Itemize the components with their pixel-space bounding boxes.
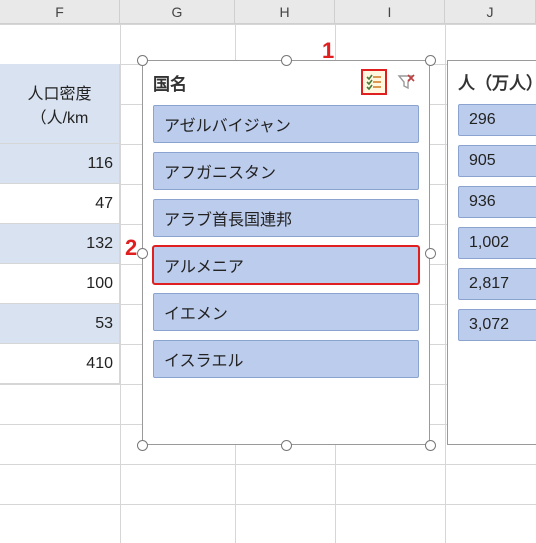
resize-handle[interactable] xyxy=(281,440,292,451)
slicer-country[interactable]: 国名 アゼルバイジャン アフガニスタン アラブ首長国連邦 アルメニア イエメン … xyxy=(142,60,430,445)
slicer-item[interactable]: アルメニア xyxy=(153,246,419,284)
cell-F-r2[interactable]: 47 xyxy=(0,184,120,224)
colF-header[interactable]: 人口密度 （人/km xyxy=(0,64,120,144)
column-headers-row: F G H I J xyxy=(0,0,536,24)
slicer-item[interactable]: アラブ首長国連邦 xyxy=(153,199,419,237)
col-header-F[interactable]: F xyxy=(0,0,120,24)
clear-filter-icon[interactable] xyxy=(393,69,419,95)
slicer-item[interactable]: 905 xyxy=(458,145,536,177)
resize-handle[interactable] xyxy=(137,55,148,66)
slicer-population[interactable]: 人（万人） 296 905 936 1,002 2,817 3,072 xyxy=(447,60,536,445)
slicer-population-header: 人（万人） xyxy=(448,61,536,100)
slicer-item[interactable]: 3,072 xyxy=(458,309,536,341)
slicer-item[interactable]: アゼルバイジャン xyxy=(153,105,419,143)
col-header-H[interactable]: H xyxy=(235,0,335,24)
cell-F-r6[interactable]: 410 xyxy=(0,344,120,384)
multiselect-icon[interactable] xyxy=(361,69,387,95)
cell-F-r4[interactable]: 100 xyxy=(0,264,120,304)
resize-handle[interactable] xyxy=(425,248,436,259)
slicer-item[interactable]: イエメン xyxy=(153,293,419,331)
slicer-country-body: アゼルバイジャン アフガニスタン アラブ首長国連邦 アルメニア イエメン イスラ… xyxy=(143,101,429,388)
slicer-country-title: 国名 xyxy=(153,70,355,95)
resize-handle[interactable] xyxy=(137,248,148,259)
slicer-item[interactable]: 1,002 xyxy=(458,227,536,259)
resize-handle[interactable] xyxy=(281,55,292,66)
callout-1: 1 xyxy=(322,38,334,64)
slicer-item[interactable]: 296 xyxy=(458,104,536,136)
cell-F-r5[interactable]: 53 xyxy=(0,304,120,344)
cell-F-r3[interactable]: 132 xyxy=(0,224,120,264)
cell-F-r1[interactable]: 116 xyxy=(0,144,120,184)
callout-2: 2 xyxy=(125,235,137,261)
slicer-item[interactable]: 2,817 xyxy=(458,268,536,300)
resize-handle[interactable] xyxy=(425,440,436,451)
col-header-J[interactable]: J xyxy=(445,0,536,24)
col-header-I[interactable]: I xyxy=(335,0,445,24)
resize-handle[interactable] xyxy=(425,55,436,66)
resize-handle[interactable] xyxy=(137,440,148,451)
slicer-population-body: 296 905 936 1,002 2,817 3,072 xyxy=(448,100,536,351)
slicer-item[interactable]: アフガニスタン xyxy=(153,152,419,190)
colF-header-line2: （人/km xyxy=(31,104,89,128)
slicer-country-header: 国名 xyxy=(143,61,429,101)
colF-header-line1: 人口密度 xyxy=(27,80,91,104)
slicer-item[interactable]: 936 xyxy=(458,186,536,218)
slicer-item[interactable]: イスラエル xyxy=(153,340,419,378)
slicer-population-title: 人（万人） xyxy=(458,69,536,94)
col-header-G[interactable]: G xyxy=(120,0,235,24)
